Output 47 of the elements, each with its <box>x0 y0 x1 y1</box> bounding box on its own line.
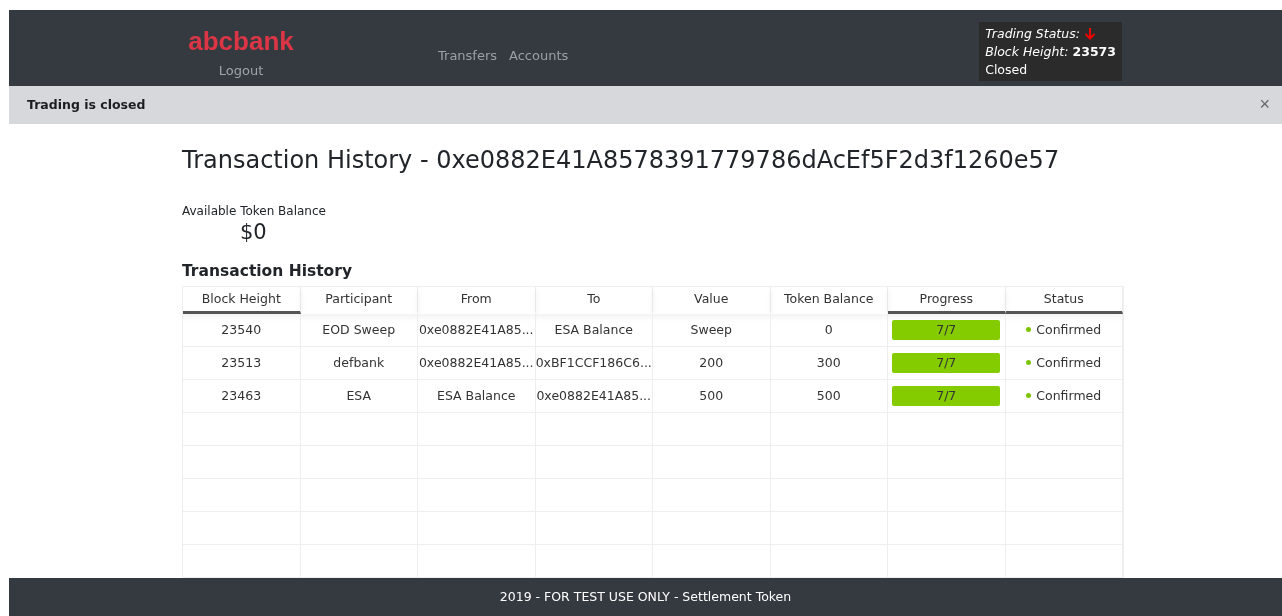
table-cell: 23463 <box>183 379 301 413</box>
table-cell: defbank <box>300 346 418 380</box>
table-cell: 500 <box>653 379 771 413</box>
table-cell: 500 <box>770 379 888 413</box>
close-button[interactable]: × <box>1259 94 1270 116</box>
column-header[interactable]: Status <box>1005 286 1123 314</box>
table-cell: 0 <box>770 313 888 347</box>
table-cell: 0xe0882E41A85... <box>418 313 536 347</box>
table-cell: 23540 <box>183 313 301 347</box>
table-cell: 0xBF1CCF186C6... <box>535 346 653 380</box>
alert-message: Trading is closed <box>27 97 146 113</box>
balance-label: Available Token Balance <box>182 203 327 218</box>
trading-status-label: Trading Status: <box>985 26 1080 41</box>
nav-link[interactable]: Transfers <box>438 48 498 63</box>
table-cell: 0xe0882E41A85... <box>418 346 536 380</box>
status-text: Confirmed <box>1036 355 1102 371</box>
table-cell: EOD Sweep <box>300 313 418 347</box>
column-header[interactable]: To <box>535 286 653 314</box>
page-title: Transaction History - 0xe0882E41A8578391779786dAcEf5F2d3f1260e57 <box>182 145 1061 174</box>
down-arrow-icon <box>1083 27 1096 40</box>
section-title: Transaction History <box>182 261 353 280</box>
column-header[interactable]: Block Height <box>183 286 301 314</box>
progress-text: 7/7 <box>935 354 958 373</box>
table-cell: ESA Balance <box>418 379 536 413</box>
table-cell: ESA Balance <box>535 313 653 347</box>
table-cell: ESA <box>300 379 418 413</box>
column-header[interactable]: Participant <box>300 286 418 314</box>
logout-link[interactable]: Logout <box>218 63 264 78</box>
table-cell: 300 <box>770 346 888 380</box>
block-height-value: 23573 <box>1072 44 1116 59</box>
status-text: Confirmed <box>1036 322 1102 338</box>
column-header[interactable]: From <box>418 286 536 314</box>
footer-text: 2019 - FOR TEST USE ONLY - Settlement Token <box>499 589 792 605</box>
table-cell: 0xe0882E41A85... <box>535 379 653 413</box>
progress-text: 7/7 <box>935 387 958 406</box>
column-header[interactable]: Progress <box>888 286 1006 314</box>
column-header[interactable]: Value <box>653 286 771 314</box>
trading-state: Closed <box>985 62 1028 77</box>
table-cell: 23513 <box>183 346 301 380</box>
balance-amount: $0 <box>240 219 268 244</box>
status-text: Confirmed <box>1036 388 1102 404</box>
table-cell: Sweep <box>653 313 771 347</box>
block-height-label: Block Height: <box>985 44 1069 59</box>
table-cell: 200 <box>653 346 771 380</box>
column-header[interactable]: Token Balance <box>770 286 888 314</box>
progress-text: 7/7 <box>935 321 958 340</box>
nav-link[interactable]: Accounts <box>509 48 569 63</box>
